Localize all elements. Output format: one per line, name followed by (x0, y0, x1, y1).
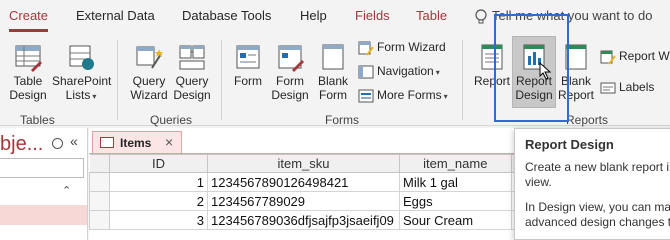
tooltip-title: Report Design (525, 137, 614, 152)
blank-form-icon (322, 44, 344, 70)
tooltip-gap (525, 190, 670, 200)
query-design-icon (179, 45, 205, 70)
column-header-item-name[interactable]: item_name (399, 154, 512, 173)
row-selector[interactable] (89, 172, 110, 192)
forms-group-label: Forms (325, 113, 359, 127)
labels-icon (600, 82, 616, 94)
nav-search-input[interactable] (0, 158, 84, 178)
report-design-tooltip: Report Design Create a new blank report … (514, 128, 670, 240)
table-design-label-2: Design (9, 88, 47, 102)
sharepoint-label-1: SharePoint (52, 74, 112, 88)
dropdown-caret-icon: ▾ (92, 92, 97, 101)
tab-fields[interactable]: Fields (355, 8, 390, 23)
tooltip-text: In Design view, you can ma (525, 200, 670, 214)
form-wizard-label: Form Wizard (377, 40, 446, 54)
group-separator (462, 40, 463, 120)
query-wizard-label-1: Query (132, 74, 166, 88)
more-forms-label: More Forms (377, 88, 442, 102)
navigation-pane: bje... « ⌃ (0, 128, 88, 240)
cell-id[interactable]: 3 (108, 210, 209, 230)
row-selector[interactable] (89, 210, 110, 230)
navigation-button[interactable]: Navigation ▾ (358, 62, 440, 80)
cell-item-sku[interactable]: 1234567890126498421 (207, 172, 400, 192)
blank-form-label-1: Blank (317, 74, 349, 88)
form-design-icon (278, 45, 304, 72)
tooltip-text: Create a new blank report in (525, 160, 670, 174)
query-design-button[interactable]: Query Design (171, 42, 213, 102)
more-forms-icon (358, 89, 374, 103)
form-button[interactable]: Form (228, 42, 268, 88)
table-design-label-1: Table (13, 74, 43, 88)
more-forms-button[interactable]: More Forms ▾ (358, 86, 448, 104)
sharepoint-label-2: Lists (65, 88, 91, 102)
report-wizard-button[interactable]: Report Wi (600, 47, 670, 65)
form-wizard-button[interactable]: Form Wizard (358, 38, 446, 56)
document-tab-label: Items (120, 136, 152, 150)
column-header-id[interactable]: ID (108, 154, 209, 173)
tooltip-text: view. (525, 175, 552, 189)
query-design-label-2: Design (173, 88, 211, 102)
query-design-label-1: Query (175, 74, 209, 88)
navigation-label: Navigation (377, 64, 434, 78)
report-wizard-label: Report Wi (619, 49, 670, 63)
tab-help[interactable]: Help (300, 8, 327, 23)
cell-item-sku[interactable]: 123456789036dfjsajfp3jsaeifj09 (207, 210, 400, 230)
form-wizard-icon (358, 41, 374, 56)
cell-item-sku[interactable]: 1234567789029 (207, 191, 400, 211)
cell-item-name[interactable]: Milk 1 gal (399, 172, 512, 192)
cell-item-name[interactable]: Sour Cream (399, 210, 512, 230)
group-separator (221, 40, 222, 120)
close-icon[interactable]: × (165, 134, 173, 150)
table-icon (100, 137, 114, 148)
document-tab-items[interactable]: Items × (92, 131, 182, 153)
blank-form-button[interactable]: Blank Form (313, 42, 353, 102)
tab-create[interactable]: Create (9, 8, 49, 32)
sharepoint-icon (69, 45, 94, 70)
query-wizard-button[interactable]: Query Wizard (127, 42, 171, 102)
form-design-button[interactable]: Form Design (268, 42, 312, 102)
blank-form-label-2: Form (319, 88, 347, 102)
group-separator (117, 40, 118, 120)
chevron-up-icon[interactable]: ⌃ (62, 184, 71, 197)
tables-group-label: Tables (20, 113, 55, 127)
cell-item-name[interactable]: Eggs (399, 191, 512, 211)
form-design-label-2: Design (271, 88, 309, 102)
reports-group-label: Reports (566, 113, 609, 127)
tab-table[interactable]: Table (416, 8, 447, 23)
highlight-annotation-box (494, 14, 569, 122)
lightbulb-icon (475, 9, 487, 24)
form-icon (236, 45, 260, 69)
ribbon-tabs: Create External Data Database Tools Help… (0, 0, 670, 34)
query-wizard-label-2: Wizard (130, 88, 168, 102)
queries-group-label: Queries (150, 113, 193, 127)
row-selector[interactable] (89, 191, 110, 211)
sharepoint-lists-button[interactable]: SharePoint Lists ▾ (52, 42, 112, 104)
column-header-item-sku[interactable]: item_sku (207, 154, 400, 173)
select-all-cell[interactable] (89, 154, 110, 173)
cell-id[interactable]: 2 (108, 191, 209, 211)
tab-external-data[interactable]: External Data (76, 8, 155, 23)
cell-id[interactable]: 1 (108, 172, 209, 192)
table-design-button[interactable]: Table Design (4, 42, 52, 102)
form-design-label-1: Form (276, 74, 304, 88)
chevron-down-icon[interactable] (52, 138, 63, 149)
dropdown-caret-icon: ▾ (435, 68, 440, 77)
collapse-pane-icon[interactable]: « (70, 133, 78, 149)
labels-button[interactable]: Labels (600, 78, 654, 96)
report-wizard-icon (600, 50, 616, 65)
form-label: Form (234, 74, 262, 88)
tab-database-tools[interactable]: Database Tools (182, 8, 271, 23)
labels-label: Labels (619, 80, 655, 94)
query-wizard-icon (136, 46, 163, 69)
nav-item-selected[interactable] (0, 205, 87, 225)
dropdown-caret-icon: ▾ (443, 92, 448, 101)
nav-pane-title[interactable]: bje... (0, 133, 43, 156)
table-design-icon (15, 45, 42, 72)
navigation-icon (358, 65, 374, 79)
tooltip-text: advanced design changes to (525, 215, 670, 229)
